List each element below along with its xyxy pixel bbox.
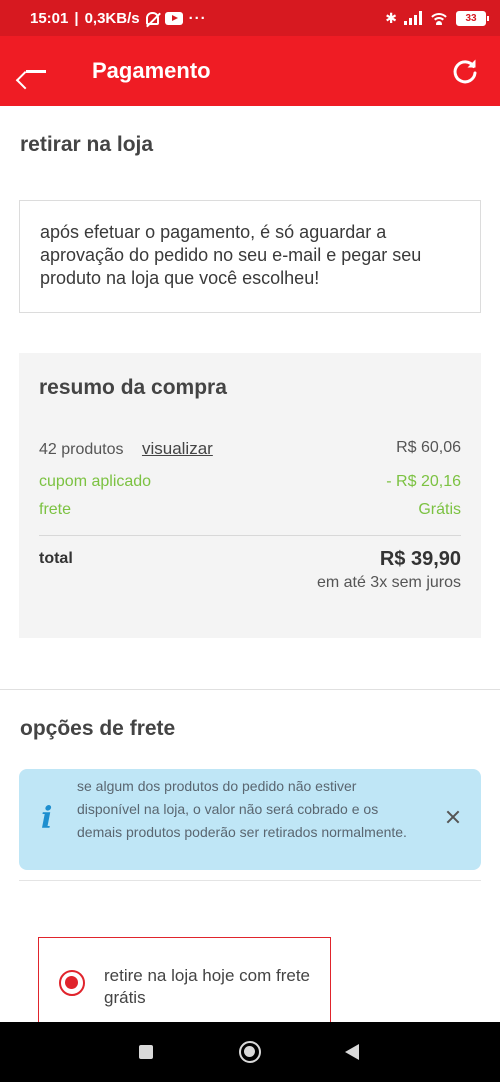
summary-divider <box>39 535 461 536</box>
pickup-message-box: após efetuar o pagamento, é só aguardar … <box>19 200 481 313</box>
app-bar: Pagamento <box>0 36 500 106</box>
back-triangle-icon[interactable] <box>345 1044 359 1060</box>
home-icon[interactable] <box>239 1041 261 1063</box>
shipping-value: Grátis <box>418 501 461 518</box>
page-title: Pagamento <box>92 58 211 83</box>
coupon-label: cupom aplicado <box>39 473 152 490</box>
info-icon: i <box>41 801 53 836</box>
signal-icon <box>404 11 422 25</box>
status-time: 15:01 <box>30 9 69 27</box>
coupon-value: - R$ 20,16 <box>386 473 461 490</box>
installments-note: em até 3x sem juros <box>316 574 461 591</box>
wifi-icon <box>429 11 449 25</box>
shipping-row: frete Grátis <box>39 501 461 519</box>
status-bar: 15:01 | 0,3KB/s ··· ✱ 33 <box>0 0 500 36</box>
mute-notifications-icon <box>145 11 159 25</box>
radio-selected-icon[interactable] <box>59 970 85 996</box>
bluetooth-icon: ✱ <box>385 9 397 26</box>
total-value: R$ 39,90 <box>379 548 461 570</box>
recent-apps-icon[interactable] <box>139 1045 153 1059</box>
shipping-label: frete <box>39 501 72 518</box>
products-value: R$ 60,06 <box>396 439 461 456</box>
close-icon[interactable] <box>443 807 463 827</box>
summary-title: resumo da compra <box>39 376 227 399</box>
battery-level: 33 <box>465 12 477 24</box>
shipping-options-title: opções de frete <box>20 717 176 740</box>
more-notifications-icon: ··· <box>188 9 207 27</box>
total-label: total <box>39 550 73 567</box>
arrow-left-icon <box>24 62 46 80</box>
refresh-icon <box>453 59 477 84</box>
info-banner-text: se algum dos produtos do pedido não esti… <box>77 778 407 840</box>
products-count: 42 produtos <box>39 441 124 458</box>
options-divider <box>19 880 481 881</box>
pickup-title: retirar na loja <box>20 133 154 156</box>
back-button[interactable] <box>0 36 70 106</box>
purchase-summary: resumo da compra 42 produtos visualizar … <box>19 353 481 638</box>
battery-icon: 33 <box>456 10 489 26</box>
shipping-option-label: retire na loja hoje com frete grátis <box>104 966 310 1007</box>
refresh-button[interactable] <box>430 36 500 106</box>
view-products-link[interactable]: visualizar <box>142 439 213 458</box>
section-divider <box>0 689 500 690</box>
products-row: 42 produtos visualizar R$ 60,06 <box>39 439 461 459</box>
network-speed: 0,3KB/s <box>84 9 140 27</box>
coupon-row: cupom aplicado - R$ 20,16 <box>39 473 461 491</box>
pickup-message: após efetuar o pagamento, é só aguardar … <box>40 222 422 288</box>
youtube-icon <box>164 11 183 25</box>
navigation-bar <box>0 1022 500 1082</box>
info-banner: i se algum dos produtos do pedido não es… <box>19 769 481 870</box>
